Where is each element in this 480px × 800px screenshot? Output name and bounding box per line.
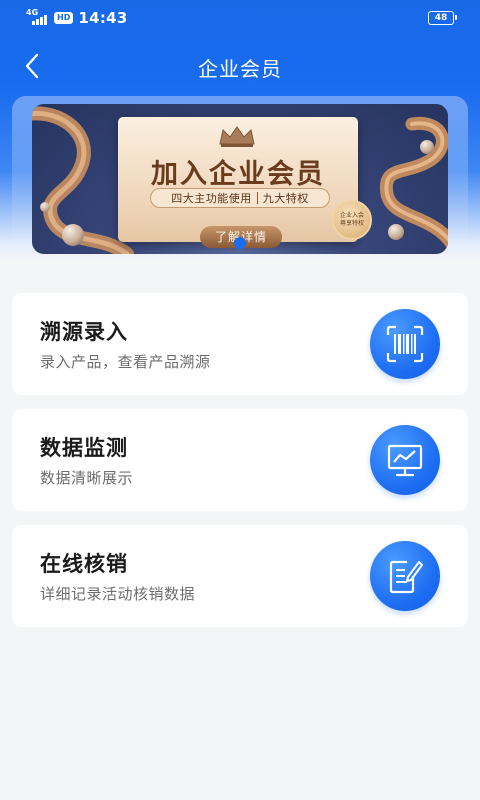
membership-banner[interactable]: 加入企业会员 四大主功能使用 九大特权 了解详情 企业入会 尊享特权 bbox=[32, 104, 448, 254]
feature-card-online-verify[interactable]: 在线核销 详细记录活动核销数据 bbox=[12, 525, 468, 627]
banner-sub-right: 九大特权 bbox=[262, 192, 309, 205]
carousel-indicator[interactable] bbox=[234, 237, 246, 249]
status-bar: 4G HD 14:43 48 bbox=[0, 0, 480, 36]
medal-text-1: 企业入会 bbox=[339, 212, 364, 219]
signal-icon: 4G bbox=[26, 8, 50, 26]
banner-sub-left: 四大主功能使用 bbox=[171, 192, 252, 205]
card-title: 数据监测 bbox=[40, 436, 128, 460]
banner-title: 加入企业会员 bbox=[151, 159, 325, 190]
feature-card-trace-entry[interactable]: 溯源录入 录入产品，查看产品溯源 bbox=[12, 293, 468, 395]
pearl-decoration bbox=[388, 224, 404, 240]
medal-text-2: 尊享特权 bbox=[339, 220, 364, 227]
network-type: 4G bbox=[26, 8, 39, 17]
pearl-decoration bbox=[62, 224, 84, 246]
card-subtitle: 数据清晰展示 bbox=[40, 469, 134, 487]
card-title: 在线核销 bbox=[40, 552, 128, 576]
card-title: 溯源录入 bbox=[40, 320, 128, 344]
feature-card-data-monitor[interactable]: 数据监测 数据清晰展示 bbox=[12, 409, 468, 511]
status-time: 14:43 bbox=[78, 9, 128, 27]
member-medal: 企业入会 尊享特权 bbox=[332, 200, 372, 240]
pearl-decoration bbox=[40, 202, 50, 212]
nav-bar: 企业会员 bbox=[0, 36, 480, 98]
banner-subtitle: 四大主功能使用 九大特权 bbox=[150, 188, 330, 208]
pearl-decoration bbox=[420, 140, 434, 154]
banner-container: 加入企业会员 四大主功能使用 九大特权 了解详情 企业入会 尊享特权 bbox=[12, 96, 468, 262]
barcode-scan-icon bbox=[370, 309, 440, 379]
divider bbox=[256, 192, 258, 204]
crown-icon bbox=[219, 126, 255, 147]
card-subtitle: 录入产品，查看产品溯源 bbox=[40, 353, 211, 371]
monitor-chart-icon bbox=[370, 425, 440, 495]
edit-note-icon bbox=[370, 541, 440, 611]
battery-icon: 48 bbox=[428, 11, 457, 25]
page-title: 企业会员 bbox=[198, 57, 282, 81]
battery-level: 48 bbox=[434, 13, 448, 23]
hd-badge: HD bbox=[54, 12, 74, 24]
card-subtitle: 详细记录活动核销数据 bbox=[40, 585, 196, 603]
